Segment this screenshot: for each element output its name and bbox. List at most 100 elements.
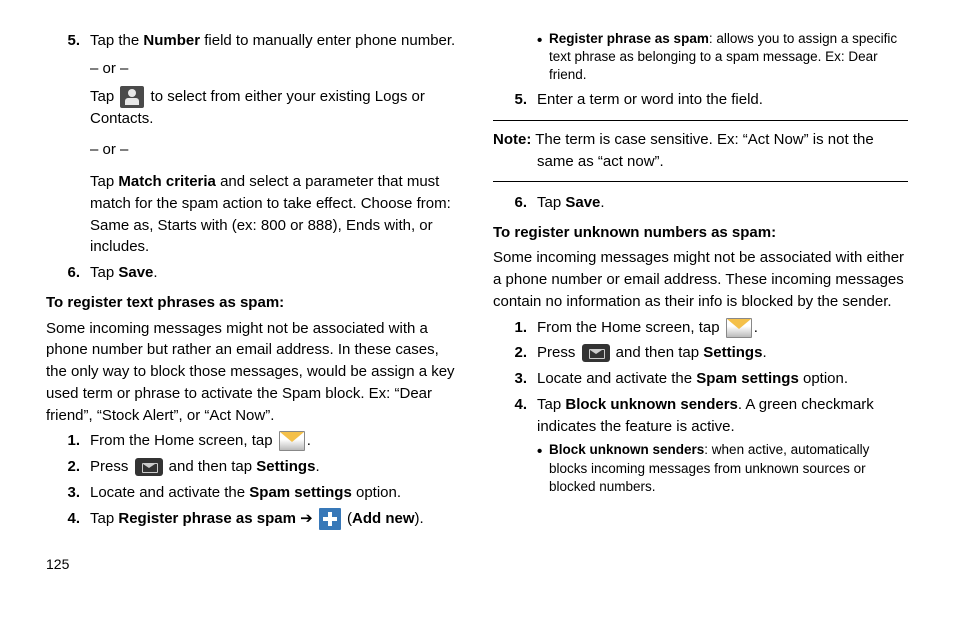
step-body: Tap Block unknown senders. A green check… xyxy=(537,394,908,438)
bold-settings: Settings xyxy=(703,344,762,361)
text: . xyxy=(600,194,604,211)
note-label: Note: xyxy=(493,131,531,148)
bold-save: Save xyxy=(565,194,600,211)
menu-icon xyxy=(582,344,610,362)
text: Locate and activate the xyxy=(537,370,696,387)
text: . xyxy=(754,319,758,336)
step-body: Press and then tap Settings. xyxy=(537,342,908,364)
bullet-register-phrase: • Register phrase as spam: allows you to… xyxy=(537,30,908,85)
step-body: Locate and activate the Spam settings op… xyxy=(537,368,908,390)
step-number: 1. xyxy=(493,317,537,339)
text: . xyxy=(762,344,766,361)
text: Tap xyxy=(90,88,118,105)
step-number: 4. xyxy=(493,394,537,438)
text: Tap xyxy=(537,194,565,211)
step-number: 6. xyxy=(46,262,90,284)
step-number: 2. xyxy=(46,456,90,478)
left-column: 5. Tap the Number field to manually ente… xyxy=(30,26,477,616)
text: Press xyxy=(537,344,580,361)
bold-block-unknown: Block unknown senders xyxy=(549,442,704,457)
right-sub-4: 4. Tap Block unknown senders. A green ch… xyxy=(493,394,908,438)
text: Tap xyxy=(90,173,118,190)
page-number: 125 xyxy=(46,554,461,574)
note-body: Note: The term is case sensitive. Ex: “A… xyxy=(493,129,908,173)
heading-register-unknown: To register unknown numbers as spam: xyxy=(493,222,908,244)
right-sub-3: 3. Locate and activate the Spam settings… xyxy=(493,368,908,390)
step-number: 1. xyxy=(46,430,90,452)
left-sub-3: 3. Locate and activate the Spam settings… xyxy=(46,482,461,504)
step-body: Enter a term or word into the field. xyxy=(537,89,908,111)
or-divider: – or – xyxy=(90,58,461,80)
arrow-icon: ➔ xyxy=(296,510,317,527)
step-number: 3. xyxy=(46,482,90,504)
paragraph-phrases: Some incoming messages might not be asso… xyxy=(46,318,461,427)
text: Press xyxy=(90,458,133,475)
or-divider: – or – xyxy=(90,139,461,161)
text: Tap xyxy=(537,396,565,413)
bold-save: Save xyxy=(118,264,153,281)
bold-match-criteria: Match criteria xyxy=(118,173,216,190)
bullet-text: Register phrase as spam: allows you to a… xyxy=(549,30,908,85)
bold-register-phrase: Register phrase as spam xyxy=(118,510,296,527)
text: option. xyxy=(799,370,848,387)
text: From the Home screen, tap xyxy=(90,432,277,449)
text: From the Home screen, tap xyxy=(537,319,724,336)
plus-icon xyxy=(319,508,341,530)
bullet-block-unknown: • Block unknown senders: when active, au… xyxy=(537,441,908,496)
note-block: Note: The term is case sensitive. Ex: “A… xyxy=(493,120,908,182)
bold-block-unknown: Block unknown senders xyxy=(565,396,738,413)
text: . xyxy=(315,458,319,475)
step-number: 2. xyxy=(493,342,537,364)
step-body: From the Home screen, tap . xyxy=(90,430,461,452)
bullet-dot: • xyxy=(537,30,549,85)
step-number: 3. xyxy=(493,368,537,390)
bullet-text: Block unknown senders: when active, auto… xyxy=(549,441,908,496)
text: ( xyxy=(343,510,352,527)
right-sub-2: 2. Press and then tap Settings. xyxy=(493,342,908,364)
messaging-icon xyxy=(279,431,305,451)
step-body: Press and then tap Settings. xyxy=(90,456,461,478)
text: Tap xyxy=(90,264,118,281)
note-text: The term is case sensitive. Ex: “Act Now… xyxy=(531,131,873,170)
text: option. xyxy=(352,484,401,501)
text: and then tap xyxy=(612,344,704,361)
bullet-dot: • xyxy=(537,441,549,496)
text: . xyxy=(307,432,311,449)
text: . xyxy=(153,264,157,281)
bold-spam-settings: Spam settings xyxy=(696,370,799,387)
bold-number: Number xyxy=(143,32,200,49)
page: 5. Tap the Number field to manually ente… xyxy=(0,0,954,636)
step-body: Tap Save. xyxy=(90,262,461,284)
bold-settings: Settings xyxy=(256,458,315,475)
contact-icon xyxy=(120,86,144,108)
step-body: Tap Save. xyxy=(537,192,908,214)
left-sub-2: 2. Press and then tap Settings. xyxy=(46,456,461,478)
bold-spam-settings: Spam settings xyxy=(249,484,352,501)
text: and then tap xyxy=(165,458,257,475)
step-number: 5. xyxy=(493,89,537,111)
tap-contact-line: Tap to select from either your existing … xyxy=(90,86,461,130)
messaging-icon xyxy=(726,318,752,338)
right-sub-1: 1. From the Home screen, tap . xyxy=(493,317,908,339)
step-number: 5. xyxy=(46,30,90,258)
left-sub-1: 1. From the Home screen, tap . xyxy=(46,430,461,452)
step-body: Tap the Number field to manually enter p… xyxy=(90,30,461,258)
left-sub-4: 4. Tap Register phrase as spam ➔ (Add ne… xyxy=(46,508,461,530)
right-column: • Register phrase as spam: allows you to… xyxy=(477,26,924,616)
text: Tap xyxy=(90,510,118,527)
step-body: Locate and activate the Spam settings op… xyxy=(90,482,461,504)
step-body: Tap Register phrase as spam ➔ (Add new). xyxy=(90,508,461,530)
text: Locate and activate the xyxy=(90,484,249,501)
step-number: 6. xyxy=(493,192,537,214)
text: field to manually enter phone number. xyxy=(200,32,455,49)
right-step-6: 6. Tap Save. xyxy=(493,192,908,214)
menu-icon xyxy=(135,458,163,476)
heading-register-phrases: To register text phrases as spam: xyxy=(46,292,461,314)
step-number: 4. xyxy=(46,508,90,530)
left-step-5: 5. Tap the Number field to manually ente… xyxy=(46,30,461,258)
left-step-6: 6. Tap Save. xyxy=(46,262,461,284)
bold-register-phrase: Register phrase as spam xyxy=(549,31,709,46)
step-body: From the Home screen, tap . xyxy=(537,317,908,339)
right-step-5: 5. Enter a term or word into the field. xyxy=(493,89,908,111)
text: ). xyxy=(415,510,424,527)
